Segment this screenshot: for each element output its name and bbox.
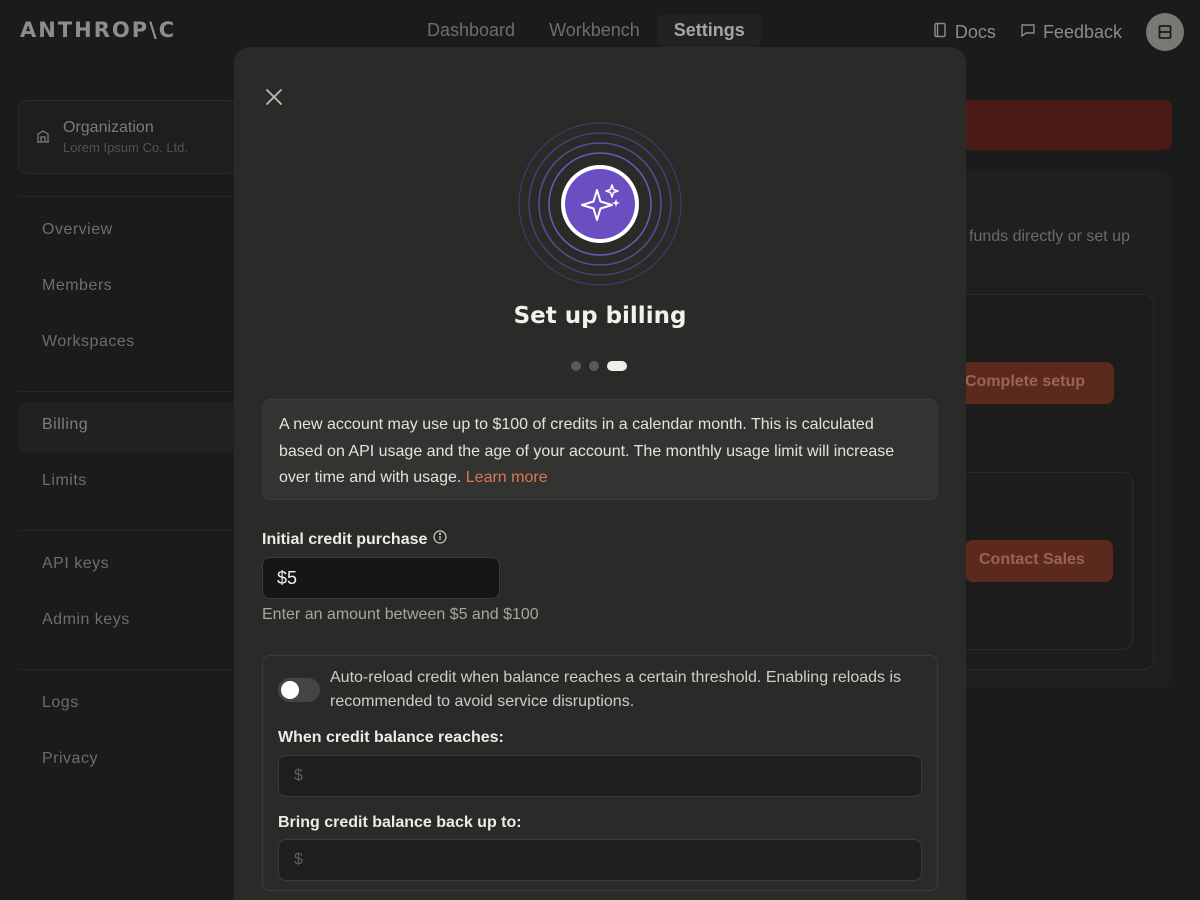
sparkle-hero bbox=[518, 122, 682, 286]
feedback-link[interactable]: Feedback bbox=[1020, 22, 1122, 43]
initial-credit-label: Initial credit purchase bbox=[262, 530, 447, 549]
initial-credit-label-text: Initial credit purchase bbox=[262, 530, 428, 548]
sparkle-icon bbox=[518, 122, 682, 286]
usage-info-box: A new account may use up to $100 of cred… bbox=[262, 399, 938, 500]
tab-dashboard[interactable]: Dashboard bbox=[410, 14, 532, 47]
complete-setup-button[interactable]: Complete setup bbox=[950, 362, 1114, 404]
building-icon bbox=[37, 130, 49, 143]
docs-label: Docs bbox=[954, 21, 996, 42]
billing-panel-text: funds directly or set up bbox=[969, 228, 1130, 245]
close-icon bbox=[266, 89, 282, 105]
auto-reload-toggle[interactable] bbox=[278, 678, 320, 702]
info-icon[interactable] bbox=[433, 530, 447, 549]
sidebar-item-logs[interactable]: Logs bbox=[18, 680, 238, 730]
sidebar-item-limits[interactable]: Limits bbox=[18, 458, 238, 508]
sidebar-group-keys: API keys Admin keys bbox=[18, 530, 238, 647]
complete-setup-label: Complete setup bbox=[965, 373, 1086, 390]
reload-target-input[interactable] bbox=[278, 839, 922, 881]
docs-link[interactable]: Docs bbox=[932, 22, 996, 43]
top-right-actions: Docs Feedback bbox=[932, 13, 1184, 51]
close-button[interactable] bbox=[262, 85, 286, 109]
step-dot-3[interactable] bbox=[607, 361, 627, 371]
sidebar-item-api-keys[interactable]: API keys bbox=[18, 541, 238, 591]
auto-reload-description: Auto-reload credit when balance reaches … bbox=[330, 669, 902, 710]
step-dot-2[interactable] bbox=[589, 361, 599, 371]
sidebar-group-billing: Billing Limits bbox=[18, 391, 238, 508]
threshold-input[interactable] bbox=[278, 755, 922, 797]
reload-target-label: Bring credit balance back up to: bbox=[278, 814, 522, 831]
alert-banner bbox=[940, 100, 1172, 150]
book-icon bbox=[932, 22, 948, 43]
user-icon bbox=[1158, 25, 1172, 39]
sidebar-item-overview[interactable]: Overview bbox=[18, 207, 238, 257]
initial-credit-input[interactable] bbox=[262, 557, 500, 599]
sidebar-item-admin-keys[interactable]: Admin keys bbox=[18, 597, 238, 647]
sidebar-group-other: Logs Privacy bbox=[18, 669, 238, 786]
modal-title: Set up billing bbox=[513, 303, 687, 329]
step-dot-1[interactable] bbox=[571, 361, 581, 371]
toggle-knob bbox=[281, 681, 299, 699]
organization-card[interactable]: Organization Lorem Ipsum Co. Ltd. bbox=[18, 100, 238, 174]
step-indicator bbox=[571, 361, 627, 371]
organization-title: Organization bbox=[63, 119, 154, 136]
sidebar-item-billing[interactable]: Billing bbox=[18, 402, 238, 452]
avatar[interactable] bbox=[1146, 13, 1184, 51]
sidebar-item-members[interactable]: Members bbox=[18, 263, 238, 313]
tab-settings[interactable]: Settings bbox=[656, 14, 762, 47]
auto-reload-section: Auto-reload credit when balance reaches … bbox=[262, 655, 938, 891]
feedback-label: Feedback bbox=[1042, 21, 1122, 42]
sidebar-item-workspaces[interactable]: Workspaces bbox=[18, 319, 238, 369]
initial-credit-hint: Enter an amount between $5 and $100 bbox=[262, 606, 539, 623]
sidebar-item-privacy[interactable]: Privacy bbox=[18, 736, 238, 786]
brand-logo[interactable]: ANTHROP\C bbox=[20, 18, 176, 42]
feedback-icon bbox=[1020, 22, 1036, 43]
learn-more-link[interactable]: Learn more bbox=[466, 469, 548, 486]
tab-workbench[interactable]: Workbench bbox=[532, 14, 657, 47]
usage-info-text: A new account may use up to $100 of cred… bbox=[279, 416, 895, 486]
organization-name: Lorem Ipsum Co. Ltd. bbox=[63, 140, 188, 155]
contact-sales-button[interactable]: Contact Sales bbox=[965, 540, 1113, 582]
main-nav: Dashboard Workbench Settings bbox=[410, 14, 762, 47]
sidebar-group-general: Overview Members Workspaces bbox=[18, 196, 238, 369]
contact-sales-label: Contact Sales bbox=[979, 551, 1085, 568]
threshold-label: When credit balance reaches: bbox=[278, 729, 504, 746]
app-root: ANTHROP\C Dashboard Workbench Settings D… bbox=[0, 0, 1200, 900]
setup-billing-modal: Set up billing A new account may use up … bbox=[234, 47, 966, 900]
settings-sidebar: Organization Lorem Ipsum Co. Ltd. Overvi… bbox=[18, 100, 238, 792]
